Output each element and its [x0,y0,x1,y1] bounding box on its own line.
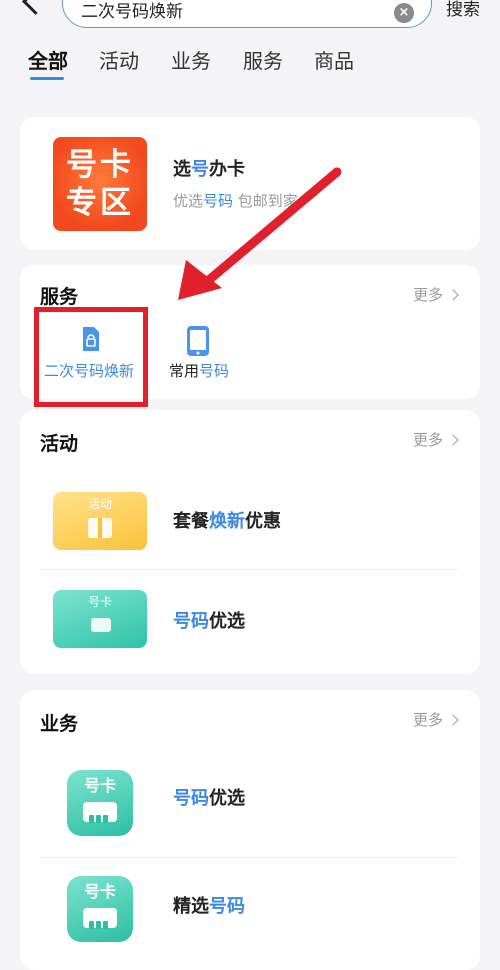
tile-line-2: 专区 [66,185,134,221]
service-label-part: 常用 [169,362,200,380]
search-input-value[interactable]: 二次号码焕新 [81,1,183,23]
tab-all[interactable]: 全部 [28,48,68,74]
banner-title-part: 办卡 [209,159,245,180]
banner-title: 选号办卡 [173,159,245,181]
banner-subtitle-part: 包邮到家 [233,192,298,210]
activity-item-title: 号码优选 [173,611,245,633]
gift-icon [88,518,112,538]
chevron-right-icon [447,714,459,726]
back-arrow-icon[interactable] [22,0,49,15]
number-card-icon-label: 号卡 [83,776,116,795]
number-card-icon-label: 号卡 [83,882,116,901]
tab-service[interactable]: 服务 [243,48,283,74]
title-part: 优选 [209,788,245,809]
tab-goods[interactable]: 商品 [314,48,354,74]
search-input[interactable]: 二次号码焕新 × [62,0,432,28]
activity-item-package[interactable]: 活动 套餐焕新优惠 [40,480,460,570]
title-highlight: 号码 [173,788,209,809]
activity-image-label: 号卡 [87,595,112,609]
sim-contacts [89,808,111,823]
service-item-common-number[interactable]: 常用号码 [160,325,240,387]
activity-more-link[interactable]: 更多 [413,430,459,450]
business-item-title: 精选号码 [173,896,245,918]
activity-section-title: 活动 [40,433,79,455]
service-label-highlight: 号码 [199,362,230,380]
business-item-featured-number[interactable]: 号卡 精选号码 [40,860,460,960]
more-label: 更多 [413,711,444,729]
number-card-icon: 号卡 [67,876,133,942]
service-item-label: 常用号码 [169,361,229,381]
divider [40,857,460,858]
business-item-title: 号码优选 [173,788,245,810]
tile-line-1: 号卡 [66,147,134,183]
service-section-title: 服务 [40,286,79,308]
banner-subtitle-part: 优选 [173,192,204,210]
title-part: 精选 [173,896,209,917]
activity-image: 活动 [53,492,147,550]
title-highlight: 号码 [173,611,209,632]
banner-subtitle: 优选号码 包邮到家 [173,191,298,211]
tab-business[interactable]: 业务 [171,48,211,74]
divider [40,569,460,570]
annotation-highlight-box [34,307,148,407]
phone-icon [187,326,209,356]
activity-item-title: 套餐焕新优惠 [173,511,281,533]
search-button[interactable]: 搜索 [446,0,480,20]
business-item-number-select[interactable]: 号卡 号码优选 [40,760,460,856]
sim-card-icon [91,618,111,632]
business-more-link[interactable]: 更多 [413,710,459,730]
active-tab-indicator [30,77,64,80]
business-section: 业务 更多 号卡 号码优选 号卡 精选号码 [20,690,480,970]
chevron-right-icon [447,289,459,301]
business-section-title: 业务 [40,713,79,735]
activity-image: 号卡 [53,590,147,648]
title-part: 优惠 [245,511,281,532]
service-more-link[interactable]: 更多 [413,285,459,305]
title-highlight: 号码 [209,896,245,917]
number-card-banner[interactable]: 号卡 专区 选号办卡 优选号码 包邮到家 [20,117,480,250]
banner-title-part: 选 [173,159,191,180]
title-part: 优选 [209,611,245,632]
chevron-right-icon [447,434,459,446]
more-label: 更多 [413,431,444,449]
activity-section: 活动 更多 活动 套餐焕新优惠 号卡 号码优选 [20,410,480,674]
banner-subtitle-highlight: 号码 [203,192,234,210]
activity-item-number[interactable]: 号卡 号码优选 [40,572,460,664]
number-card-icon: 号卡 [67,770,133,836]
title-highlight: 焕新 [209,511,245,532]
sim-contacts [89,914,111,929]
activity-image-label: 活动 [87,497,112,511]
more-label: 更多 [413,286,444,304]
banner-title-highlight: 号 [191,159,209,180]
top-bar: 二次号码焕新 × 搜索 [0,0,500,30]
clear-icon[interactable]: × [394,3,414,23]
title-part: 套餐 [173,511,209,532]
tab-activity[interactable]: 活动 [99,48,139,74]
number-card-zone-image: 号卡 专区 [53,137,147,231]
